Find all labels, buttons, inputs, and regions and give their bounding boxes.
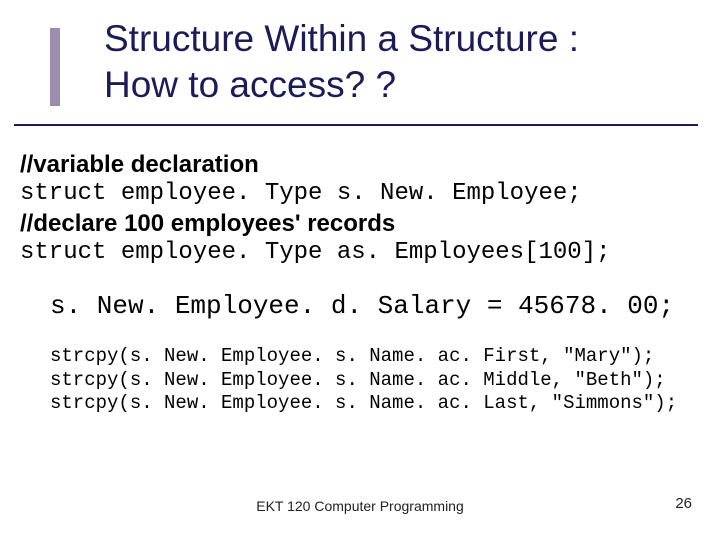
slide: Structure Within a Structure : How to ac… xyxy=(0,0,720,540)
code-block-assign: s. New. Employee. d. Salary = 45678. 00; xyxy=(20,291,690,323)
code-block-strcpy: strcpy(s. New. Employee. s. Name. ac. Fi… xyxy=(20,345,690,416)
code-comment-2: //declare 100 employees' records xyxy=(20,209,690,238)
code-assign: s. New. Employee. d. Salary = 45678. 00; xyxy=(50,291,690,323)
code-comment-1: //variable declaration xyxy=(20,150,690,179)
code-strcpy-2: strcpy(s. New. Employee. s. Name. ac. Mi… xyxy=(50,369,690,393)
code-strcpy-3: strcpy(s. New. Employee. s. Name. ac. La… xyxy=(50,392,690,416)
code-strcpy-1: strcpy(s. New. Employee. s. Name. ac. Fi… xyxy=(50,345,690,369)
code-decl-2: struct employee. Type as. Employees[100]… xyxy=(20,238,690,267)
title-line-2: How to access? ? xyxy=(60,62,680,108)
title-bullet-decoration xyxy=(50,28,60,106)
code-decl-1: struct employee. Type s. New. Employee; xyxy=(20,179,690,208)
footer-page-number: 26 xyxy=(675,495,692,512)
slide-title: Structure Within a Structure : How to ac… xyxy=(60,16,680,109)
footer-course-label: EKT 120 Computer Programming xyxy=(0,498,720,514)
title-line-1: Structure Within a Structure : xyxy=(60,16,680,62)
title-underline xyxy=(14,124,698,126)
slide-body: //variable declaration struct employee. … xyxy=(20,150,690,416)
